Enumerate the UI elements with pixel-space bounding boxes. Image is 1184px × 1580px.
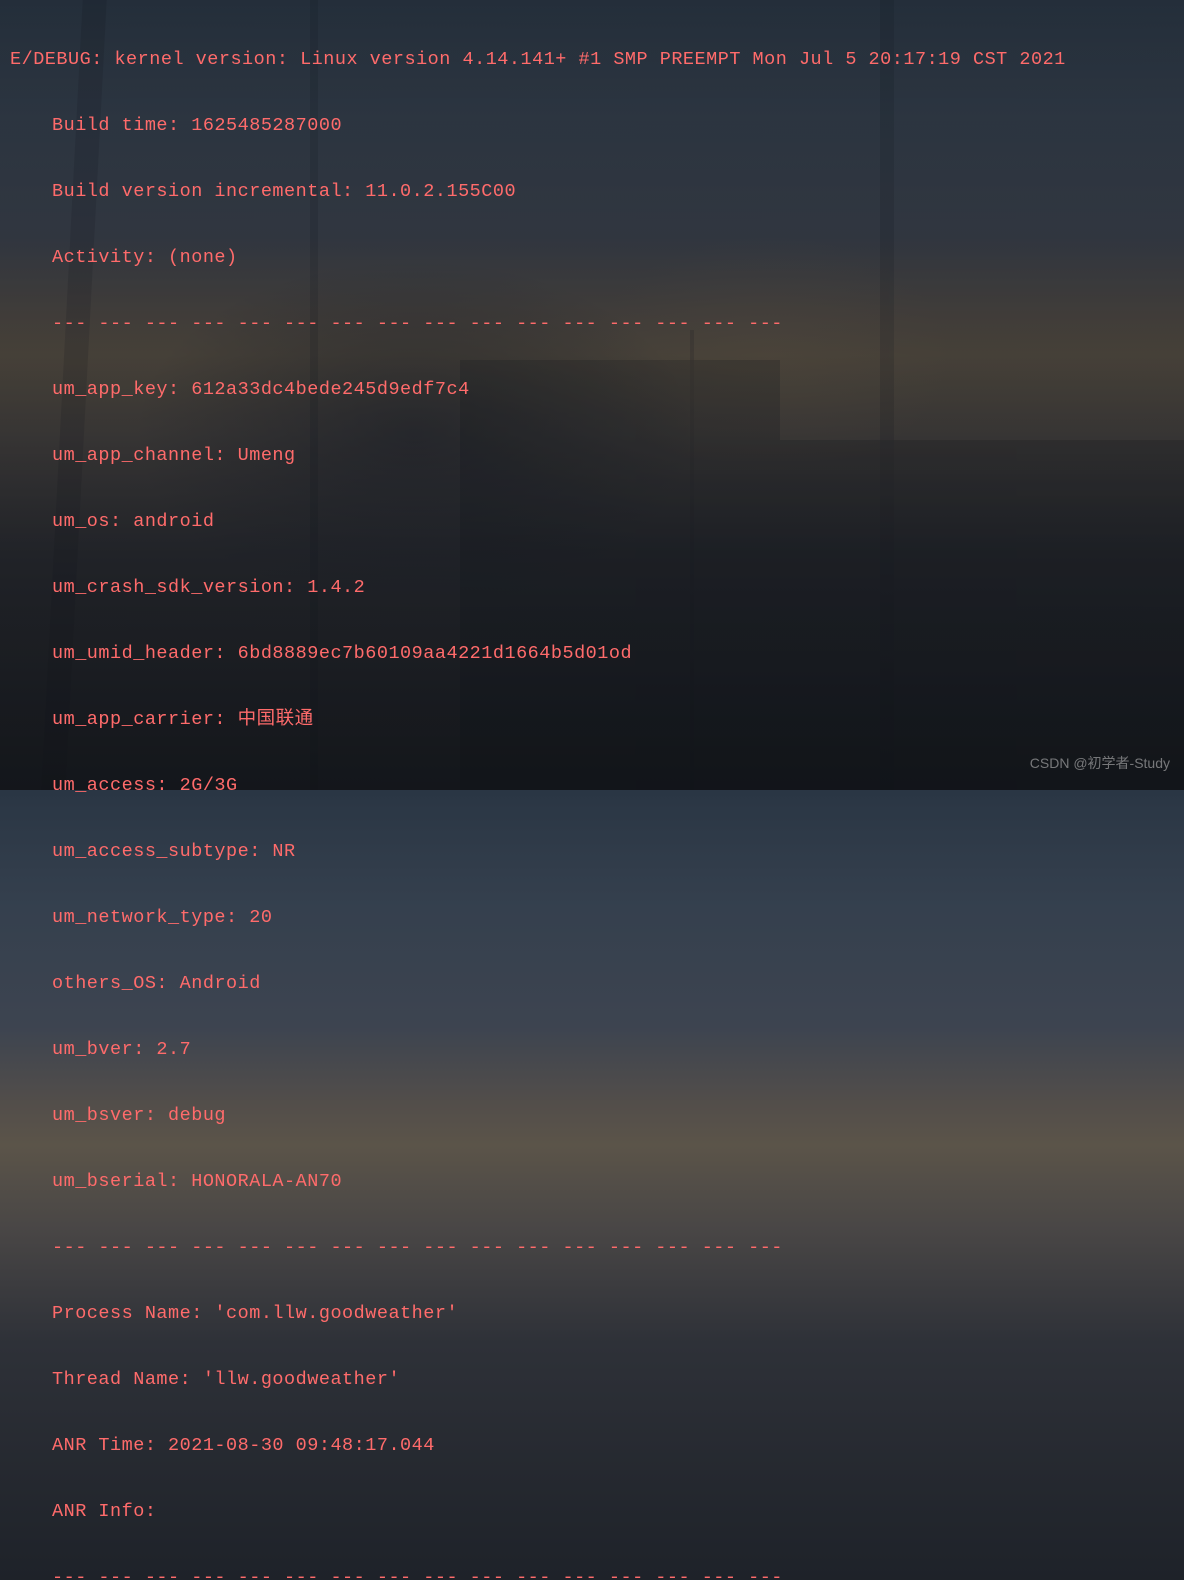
log-line: um_app_key: 612a33dc4bede245d9edf7c4 — [10, 373, 1184, 406]
watermark: CSDN @初学者-Study — [1030, 747, 1170, 780]
log-separator: --- --- --- --- --- --- --- --- --- --- … — [10, 1231, 1184, 1264]
log-line: um_bserial: HONORALA-AN70 — [10, 1165, 1184, 1198]
log-separator: --- --- --- --- --- --- --- --- --- --- … — [10, 1561, 1184, 1580]
log-line: ANR Time: 2021-08-30 09:48:17.044 — [10, 1429, 1184, 1462]
log-line: Build time: 1625485287000 — [10, 109, 1184, 142]
log-line: um_umid_header: 6bd8889ec7b60109aa4221d1… — [10, 637, 1184, 670]
log-tag: E/DEBUG: — [10, 49, 103, 70]
log-line: um_access_subtype: NR — [10, 835, 1184, 868]
log-line: um_os: android — [10, 505, 1184, 538]
log-line: Process Name: 'com.llw.goodweather' — [10, 1297, 1184, 1330]
log-line: E/DEBUG: kernel version: Linux version 4… — [10, 43, 1184, 76]
log-line: ANR Info: — [10, 1495, 1184, 1528]
log-line: um_bsver: debug — [10, 1099, 1184, 1132]
log-line: Build version incremental: 11.0.2.155C00 — [10, 175, 1184, 208]
log-separator: --- --- --- --- --- --- --- --- --- --- … — [10, 307, 1184, 340]
log-line: um_access: 2G/3G — [10, 769, 1184, 802]
log-line: others_OS: Android — [10, 967, 1184, 1000]
log-line: um_app_carrier: 中国联通 — [10, 703, 1184, 736]
log-text: kernel version: Linux version 4.14.141+ … — [114, 49, 1065, 70]
log-line: um_bver: 2.7 — [10, 1033, 1184, 1066]
log-line: um_network_type: 20 — [10, 901, 1184, 934]
log-line: Activity: (none) — [10, 241, 1184, 274]
log-output: E/DEBUG: kernel version: Linux version 4… — [0, 0, 1184, 1580]
log-line: um_crash_sdk_version: 1.4.2 — [10, 571, 1184, 604]
log-line: Thread Name: 'llw.goodweather' — [10, 1363, 1184, 1396]
log-line: um_app_channel: Umeng — [10, 439, 1184, 472]
